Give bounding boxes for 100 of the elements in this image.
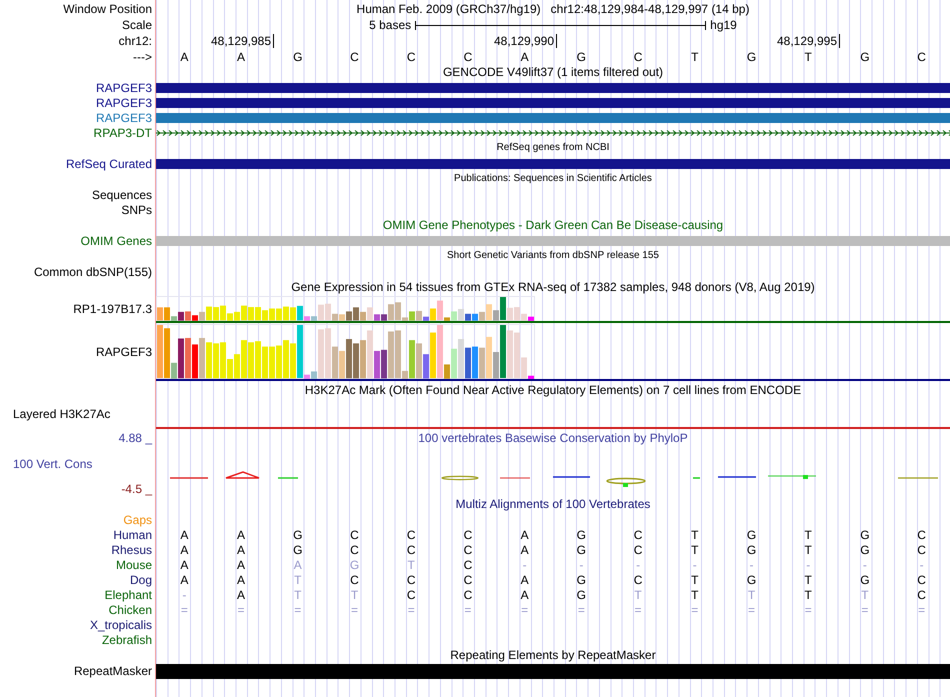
aligned-base: G bbox=[860, 528, 870, 542]
aligned-base: G bbox=[293, 542, 302, 556]
aligned-base: G bbox=[576, 588, 586, 602]
position-tick: 48,129,995 bbox=[776, 34, 840, 48]
aligned-base: C bbox=[464, 528, 472, 542]
base-letter: C bbox=[406, 50, 416, 64]
track-title: Short Genetic Variants from dbSNP release 155 bbox=[447, 249, 659, 263]
aligned-base: - bbox=[579, 558, 584, 572]
base-letter: T bbox=[804, 50, 812, 64]
track-label: OMIM Genes bbox=[80, 234, 152, 248]
aligned-base: T bbox=[350, 588, 358, 602]
axis-min-label: -4.5 _ bbox=[121, 482, 152, 496]
aligned-base: = bbox=[691, 602, 698, 616]
track-title: H3K27Ac Mark (Often Found Near Active Regulatory Elements) on 7 cell lines from ENCODE bbox=[304, 383, 802, 397]
track-label: chr12: bbox=[118, 34, 152, 48]
aligned-base: C bbox=[464, 558, 472, 572]
aligned-base: - bbox=[749, 558, 754, 572]
track-label: Zebrafish bbox=[102, 632, 152, 646]
aligned-base: = bbox=[634, 602, 642, 616]
base-letter: C bbox=[350, 50, 359, 64]
aligned-base: A bbox=[180, 528, 188, 542]
scale-text: 5 bases bbox=[369, 18, 412, 32]
aligned-base: C bbox=[406, 588, 416, 602]
aligned-base: A bbox=[180, 572, 188, 586]
aligned-base: - bbox=[182, 588, 186, 602]
track-label: RAPGEF3 bbox=[96, 345, 152, 359]
aligned-base: = bbox=[918, 602, 926, 616]
aligned-base: G bbox=[576, 542, 586, 556]
aligned-base: - bbox=[636, 558, 640, 572]
track-label: Dog bbox=[130, 572, 152, 586]
base-letter: A bbox=[180, 50, 188, 64]
aligned-base: C bbox=[406, 528, 416, 542]
aligned-base: T bbox=[804, 542, 812, 556]
aligned-base: = bbox=[521, 602, 528, 616]
base-letter: T bbox=[691, 50, 698, 64]
aligned-base: C bbox=[350, 572, 359, 586]
aligned-base: = bbox=[464, 602, 472, 616]
aligned-base: - bbox=[920, 558, 924, 572]
aligned-base: A bbox=[237, 528, 246, 542]
gene-bar[interactable] bbox=[156, 158, 950, 168]
aligned-base: - bbox=[692, 558, 697, 572]
aligned-base: = bbox=[294, 602, 302, 616]
aligned-base: A bbox=[180, 558, 188, 572]
aligned-base: T bbox=[634, 588, 642, 602]
position-tick: 48,129,985 bbox=[210, 34, 274, 48]
aligned-base: C bbox=[350, 528, 359, 542]
aligned-base: = bbox=[408, 602, 415, 616]
aligned-base: C bbox=[917, 572, 926, 586]
aligned-base: A bbox=[237, 542, 246, 556]
aligned-base: = bbox=[804, 602, 812, 616]
track-label: RPAP3-DT bbox=[94, 126, 152, 140]
aligned-base: T bbox=[861, 588, 869, 602]
track-label: RefSeq Curated bbox=[66, 156, 152, 170]
base-letter: G bbox=[860, 50, 870, 64]
track-title: 100 vertebrates Basewise Conservation by PhyloP bbox=[418, 431, 688, 445]
aligned-base: T bbox=[804, 572, 812, 586]
track-label: Window Position bbox=[63, 2, 152, 16]
track-label: Elephant bbox=[104, 588, 152, 602]
aligned-base: C bbox=[406, 572, 416, 586]
track-label: RAPGEF3 bbox=[96, 80, 152, 94]
gene-bar[interactable] bbox=[156, 98, 950, 108]
track-label: Scale bbox=[122, 18, 152, 32]
aligned-base: A bbox=[237, 558, 246, 572]
aligned-base: = bbox=[578, 602, 585, 616]
aligned-base: A bbox=[180, 542, 188, 556]
aligned-base: T bbox=[294, 572, 302, 586]
repeat-bar[interactable] bbox=[156, 664, 950, 678]
aligned-base: G bbox=[746, 528, 756, 542]
track-label: Rhesus bbox=[111, 542, 152, 556]
aligned-base: G bbox=[860, 572, 870, 586]
aligned-base: G bbox=[746, 572, 756, 586]
base-letter: A bbox=[520, 50, 529, 64]
aligned-base: = bbox=[238, 602, 245, 616]
aligned-base: G bbox=[576, 572, 586, 586]
aligned-base: C bbox=[634, 528, 642, 542]
aligned-base: T bbox=[408, 558, 415, 572]
aligned-base: T bbox=[804, 528, 812, 542]
aligned-base: A bbox=[237, 588, 246, 602]
track-label: ---> bbox=[133, 50, 152, 64]
track-title: RefSeq genes from NCBI bbox=[496, 141, 610, 155]
aligned-base: A bbox=[294, 558, 302, 572]
gene-strand-line[interactable] bbox=[156, 128, 950, 136]
aligned-base: T bbox=[804, 588, 812, 602]
aligned-base: G bbox=[576, 528, 586, 542]
aligned-base: T bbox=[691, 588, 698, 602]
aligned-base: - bbox=[522, 558, 527, 572]
base-letter: C bbox=[917, 50, 926, 64]
aligned-base: C bbox=[464, 572, 472, 586]
base-letter: C bbox=[464, 50, 472, 64]
track-label: Mouse bbox=[116, 558, 152, 572]
aligned-base: C bbox=[917, 528, 926, 542]
aligned-base: C bbox=[350, 542, 359, 556]
gene-bar[interactable] bbox=[156, 82, 950, 92]
aligned-base: C bbox=[917, 542, 926, 556]
aligned-base: A bbox=[520, 528, 529, 542]
aligned-base: A bbox=[520, 588, 529, 602]
aligned-base: T bbox=[294, 588, 302, 602]
track-label: Sequences bbox=[92, 188, 152, 202]
base-letter: G bbox=[293, 50, 302, 64]
aligned-base: T bbox=[748, 588, 756, 602]
